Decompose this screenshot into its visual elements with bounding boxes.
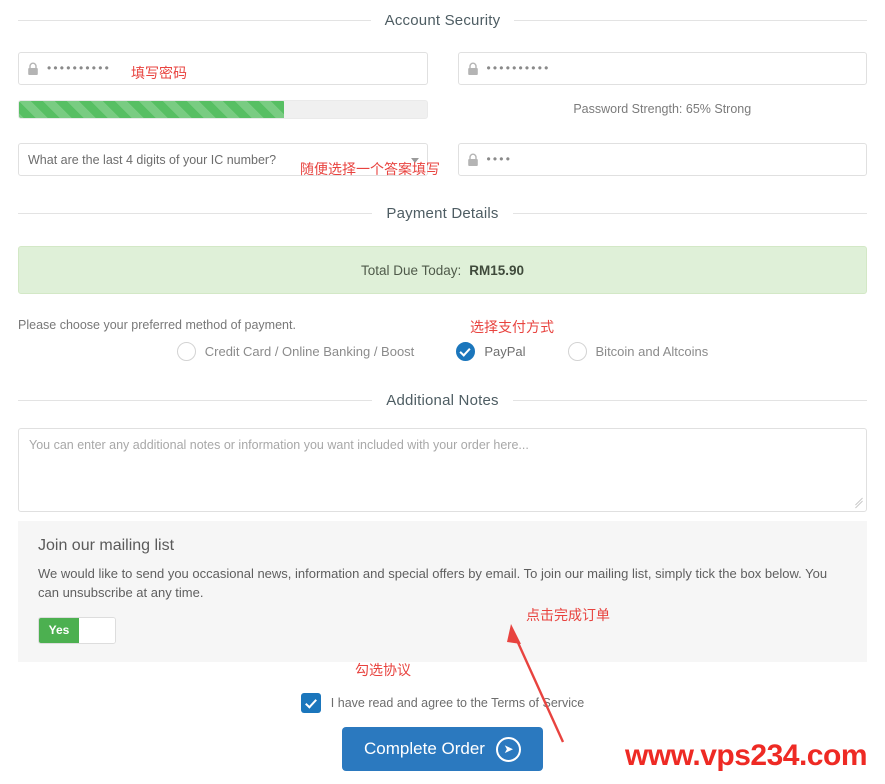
radio-icon[interactable]	[176, 342, 196, 361]
confirm-password-field[interactable]: ••••••••••	[457, 52, 867, 85]
security-question-row: What are the last 4 digits of your IC nu…	[0, 143, 885, 176]
resize-handle-icon[interactable]	[854, 497, 864, 509]
divider-left	[18, 400, 373, 401]
payment-option-bitcoin[interactable]: Bitcoin and Altcoins	[567, 342, 709, 361]
section-title: Payment Details	[386, 205, 499, 222]
payment-method-options: Credit Card / Online Banking / Boost Pay…	[0, 332, 885, 361]
security-question-value: What are the last 4 digits of your IC nu…	[28, 152, 277, 167]
security-question-select[interactable]: What are the last 4 digits of your IC nu…	[18, 143, 428, 176]
mailing-list-description: We would like to send you occasional new…	[38, 566, 828, 600]
total-due-box: Total Due Today: RM15.90	[18, 246, 867, 294]
password-field[interactable]: ••••••••••	[18, 52, 428, 85]
payment-option-label: Credit Card / Online Banking / Boost	[204, 344, 415, 359]
payment-option-paypal[interactable]: PayPal	[456, 342, 526, 361]
payment-option-label: Bitcoin and Altcoins	[595, 344, 709, 359]
terms-prefix: I have read and agree to the	[330, 696, 492, 710]
password-strength-label: Password Strength: 65% Strong	[573, 102, 752, 116]
total-due-label: Total Due Today:	[360, 262, 462, 278]
annotation-4: 勾选协议	[355, 662, 411, 678]
password-strength-bar	[18, 100, 428, 119]
terms-text: I have read and agree to the Terms of Se…	[331, 696, 584, 710]
complete-order-label: Complete Order	[364, 739, 485, 758]
divider-right	[514, 20, 868, 21]
divider-right	[512, 213, 867, 214]
section-header-additional-notes: Additional Notes	[0, 392, 885, 409]
toggle-knob[interactable]	[79, 617, 115, 643]
strength-label-col: Password Strength: 65% Strong	[458, 100, 868, 119]
strength-row: Password Strength: 65% Strong	[0, 100, 885, 119]
lock-icon	[459, 153, 487, 167]
lock-icon	[19, 62, 47, 76]
terms-checkbox[interactable]	[300, 693, 321, 713]
divider-left	[18, 20, 371, 21]
password-row: •••••••••• ••••••••••	[0, 52, 885, 85]
section-title: Additional Notes	[386, 392, 499, 409]
chevron-down-icon	[410, 157, 419, 163]
security-answer-value: ••••	[486, 151, 513, 166]
toggle-on-label: Yes	[39, 617, 79, 643]
checkout-page: Account Security •••••••••• •••••••••• P…	[0, 0, 885, 784]
mailing-list-toggle[interactable]: Yes	[38, 616, 116, 644]
radio-icon[interactable]	[567, 342, 587, 361]
security-answer-field[interactable]: ••••	[457, 143, 867, 176]
terms-of-service-link[interactable]: Terms of Service	[491, 696, 584, 710]
arrow-right-circle-icon: ➤	[495, 736, 521, 762]
payment-intro-text: Please choose your preferred method of p…	[18, 318, 296, 332]
divider-left	[18, 213, 373, 214]
section-header-payment-details: Payment Details	[0, 205, 885, 222]
lock-icon	[459, 62, 487, 76]
strength-bar-col	[18, 100, 428, 119]
total-due-amount: RM15.90	[469, 262, 525, 278]
divider-right	[512, 400, 867, 401]
mailing-list-panel: Join our mailing list We would like to s…	[18, 521, 867, 662]
security-answer-col: ••••	[457, 143, 867, 176]
section-header-account-security: Account Security	[0, 12, 885, 29]
additional-notes-textarea[interactable]: You can enter any additional notes or in…	[18, 428, 867, 512]
password-value: ••••••••••	[47, 60, 112, 75]
confirm-password-col: ••••••••••	[457, 52, 867, 85]
confirm-password-value: ••••••••••	[486, 60, 551, 75]
site-watermark: www.vps234.com	[625, 739, 868, 772]
section-title: Account Security	[384, 12, 501, 29]
radio-checked-icon[interactable]	[456, 342, 476, 361]
payment-option-label: PayPal	[484, 344, 526, 359]
password-strength-fill	[19, 101, 284, 118]
security-question-col: What are the last 4 digits of your IC nu…	[18, 143, 428, 176]
terms-agreement-row[interactable]: I have read and agree to the Terms of Se…	[0, 693, 885, 713]
password-col: ••••••••••	[18, 52, 428, 85]
complete-order-button[interactable]: Complete Order ➤	[342, 727, 543, 771]
additional-notes-placeholder: You can enter any additional notes or in…	[29, 438, 529, 452]
payment-option-credit-card[interactable]: Credit Card / Online Banking / Boost	[176, 342, 415, 361]
mailing-list-heading: Join our mailing list	[38, 537, 175, 554]
